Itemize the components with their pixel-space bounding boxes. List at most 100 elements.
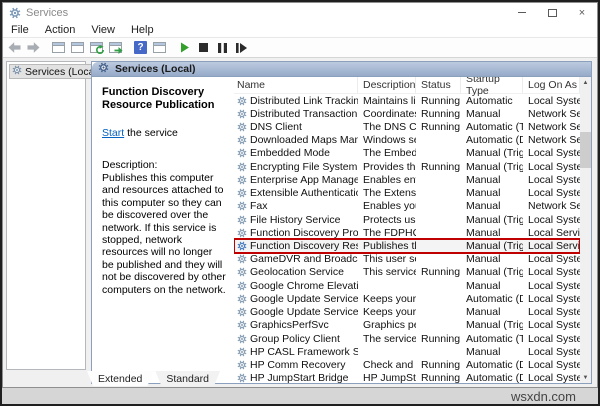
service-startup-cell: Manual (461, 346, 523, 358)
minimize-icon (518, 12, 526, 13)
start-service-link[interactable]: Start (102, 127, 124, 139)
service-startup-cell: Manual (Trigg... (461, 266, 523, 278)
restart-service-icon[interactable] (232, 39, 251, 57)
service-logon-cell: Local System (523, 319, 580, 331)
service-description-cell: This user ser... (358, 253, 416, 265)
help-icon[interactable]: ? (131, 39, 150, 57)
tab-extended[interactable]: Extended (87, 371, 153, 386)
service-name-cell: Distributed Transaction Coor... (234, 108, 358, 120)
maximize-button[interactable] (537, 3, 567, 22)
table-row[interactable]: Group Policy ClientThe service i...Runni… (234, 332, 580, 345)
window-controls: × (507, 3, 597, 22)
scrollbar-thumb[interactable] (580, 132, 591, 168)
stop-service-icon[interactable] (194, 39, 213, 57)
window-title: Services (26, 7, 507, 19)
watermark-strip: wsxdn.com (2, 388, 598, 404)
table-row[interactable]: GameDVR and Broadcast Us...This user ser… (234, 253, 580, 266)
service-name-cell: HP JumpStart Bridge (234, 372, 358, 383)
service-name-cell: GraphicsPerfSvc (234, 319, 358, 331)
service-description-cell: Keeps your ... (358, 306, 416, 318)
service-status-cell: Running (416, 108, 461, 120)
service-name-cell: DNS Client (234, 121, 358, 133)
toolbar: ? (3, 37, 597, 58)
export-list-icon[interactable] (106, 39, 125, 57)
table-row[interactable]: Enterprise App Managemen...Enables ente.… (234, 173, 580, 186)
table-row[interactable]: Function Discovery Provider ...The FDPHO… (234, 226, 580, 239)
service-startup-cell: Automatic (De... (461, 134, 523, 146)
service-logon-cell: Network Se... (523, 121, 580, 133)
table-row[interactable]: GraphicsPerfSvcGraphics per...Manual (Tr… (234, 319, 580, 332)
pane-header-title: Services (Local) (115, 63, 196, 75)
view-tabs: ExtendedStandard (87, 371, 220, 386)
start-service-icon[interactable] (175, 39, 194, 57)
table-row[interactable]: File History ServiceProtects user...Manu… (234, 213, 580, 226)
service-logon-cell: Local Service (523, 227, 580, 239)
service-description-cell: Enables ente... (358, 174, 416, 186)
service-startup-cell: Automatic (De... (461, 359, 523, 371)
column-header-description[interactable]: Description (358, 77, 416, 93)
back-icon[interactable] (5, 39, 24, 57)
service-description-cell: Graphics per... (358, 319, 416, 331)
scrollbar-track[interactable] (580, 88, 591, 372)
service-startup-cell: Manual (461, 108, 523, 120)
tree-item-services-local[interactable]: Services (Local) (9, 64, 103, 79)
scroll-down-icon[interactable]: ▼ (580, 372, 591, 383)
service-startup-cell: Automatic (De... (461, 372, 523, 383)
menu-file[interactable]: File (3, 22, 37, 37)
service-logon-cell: Local System (523, 372, 580, 383)
table-row[interactable]: Geolocation ServiceThis service ...Runni… (234, 266, 580, 279)
table-row[interactable]: HP CASL Framework ServiceManualLocal Sys… (234, 345, 580, 358)
close-button[interactable]: × (567, 3, 597, 22)
screen: Services × FileActionViewHelp ? Services… (0, 0, 600, 406)
show-console-tree-icon[interactable] (49, 39, 68, 57)
column-header-status[interactable]: Status (416, 77, 461, 93)
column-header-startup-type[interactable]: Startup Type (461, 77, 523, 93)
column-header-log-on-as[interactable]: Log On As (523, 77, 580, 93)
services-node-icon (12, 65, 22, 78)
service-status-cell: Running (416, 266, 461, 278)
service-logon-cell: Local System (523, 333, 580, 345)
service-logon-cell: Local System (523, 161, 580, 173)
table-row[interactable]: FaxEnables you ...ManualNetwork Se... (234, 200, 580, 213)
service-startup-cell: Automatic (Tri... (461, 121, 523, 133)
table-row[interactable]: Encrypting File System (EFS)Provides the… (234, 160, 580, 173)
column-header-name[interactable]: Name (234, 77, 358, 93)
service-startup-cell: Automatic (Tri... (461, 333, 523, 345)
table-row-selected[interactable]: Function Discovery Resourc...Publishes t… (234, 239, 580, 252)
pause-service-icon[interactable] (213, 39, 232, 57)
minimize-button[interactable] (507, 3, 537, 22)
table-row[interactable]: Downloaded Maps ManagerWindows ser...Aut… (234, 134, 580, 147)
table-row[interactable]: DNS ClientThe DNS Cli...RunningAutomatic… (234, 120, 580, 133)
scroll-up-icon[interactable]: ▲ (580, 77, 591, 88)
service-startup-cell: Manual (461, 187, 523, 199)
table-row[interactable]: Extensible Authentication Pr...The Exten… (234, 187, 580, 200)
maximize-icon (548, 9, 557, 17)
menu-help[interactable]: Help (123, 22, 162, 37)
forward-icon[interactable] (24, 39, 43, 57)
tab-standard[interactable]: Standard (155, 371, 220, 386)
service-startup-cell: Manual (461, 280, 523, 292)
service-description-cell: Protects user... (358, 214, 416, 226)
table-row[interactable]: Distributed Transaction Coor...Coordinat… (234, 107, 580, 120)
properties-icon[interactable] (68, 39, 87, 57)
service-description-cell: The FDPHOS... (358, 227, 416, 239)
table-row[interactable]: Distributed Link Tracking Cli...Maintain… (234, 94, 580, 107)
table-row[interactable]: Google Update Service (gup...Keeps your … (234, 306, 580, 319)
menu-action[interactable]: Action (37, 22, 84, 37)
table-row[interactable]: HP Comm RecoveryCheck and r...RunningAut… (234, 358, 580, 371)
service-startup-cell: Manual (461, 253, 523, 265)
vertical-scrollbar[interactable]: ▲ ▼ (580, 77, 591, 383)
service-name-cell: Encrypting File System (EFS) (234, 161, 358, 173)
action-pane-icon[interactable] (150, 39, 169, 57)
services-header-icon (98, 62, 109, 76)
menu-view[interactable]: View (83, 22, 123, 37)
table-row[interactable]: Embedded ModeThe Embedd...Manual (Trigg.… (234, 147, 580, 160)
description-label: Description: (102, 159, 226, 171)
table-row[interactable]: Google Chrome Elevation Se...ManualLocal… (234, 279, 580, 292)
service-logon-cell: Local System (523, 95, 580, 107)
table-row[interactable]: HP JumpStart BridgeHP JumpStar...Running… (234, 372, 580, 383)
table-row[interactable]: Google Update Service (gup...Keeps your … (234, 292, 580, 305)
service-name-cell: Enterprise App Managemen... (234, 174, 358, 186)
service-startup-cell: Manual (461, 174, 523, 186)
refresh-icon[interactable] (87, 39, 106, 57)
